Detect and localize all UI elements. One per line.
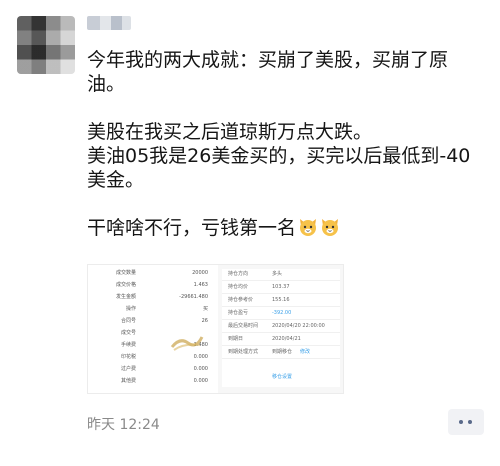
- trade-row: 过户费 0.000: [120, 366, 208, 372]
- trade-row: 发生金额 -29661.480: [115, 294, 208, 300]
- trade-row: 印花税 0.000: [120, 354, 208, 360]
- cat-face-icon: [320, 217, 340, 237]
- post-text: 今年我的两大成就：买崩了美股，买崩了原油。 美股在我买之后道琼斯万点大跌。 美油…: [87, 48, 482, 240]
- post-line: 干啥啥不行，亏钱第一名: [87, 217, 297, 239]
- rollover-settings-button: 移仓设置: [271, 374, 292, 380]
- cat-face-icon: [298, 217, 318, 237]
- dot-icon: [468, 420, 472, 424]
- post-line: 美油05我是26美金买的，买完以后最低到-40美金。: [87, 145, 471, 191]
- position-row: 持仓均价 103.37: [222, 282, 340, 294]
- post-line: 美股在我买之后道琼斯万点大跌。: [87, 121, 373, 143]
- position-row: 持仓盈亏 -392.00: [222, 308, 340, 320]
- position-row: 到期处理方式 到期移仓 修改: [222, 347, 340, 359]
- avatar[interactable]: [17, 16, 75, 74]
- dot-icon: [459, 420, 463, 424]
- trade-detail-panel: 成交数量 20000 成交价格 1.463 发生金额 -29661.480 操作买 合…: [88, 265, 218, 393]
- scribble-mark: [170, 336, 204, 351]
- trade-row: 操作买: [125, 306, 208, 312]
- trade-row: 成交数量 20000: [115, 270, 208, 276]
- post-timestamp: 昨天 12:24: [87, 417, 160, 433]
- trade-row: 合同号 26: [120, 318, 208, 324]
- position-row: 持仓参考价 155.16: [222, 295, 340, 307]
- position-row: 持仓方向 多头: [222, 269, 340, 281]
- post-line: 今年我的两大成就：买崩了美股，买崩了原油。: [87, 49, 449, 95]
- position-detail-panel: 持仓方向 多头 持仓均价 103.37 持仓参考价 155.16 持仓盈亏 -392.0…: [222, 269, 340, 387]
- trade-row: 成交价格 1.463: [115, 282, 208, 288]
- position-row: 到期日 2020/04/21: [222, 334, 340, 346]
- post-line-with-emoji: 干啥啥不行，亏钱第一名: [87, 216, 482, 240]
- trade-screenshot-image[interactable]: 成交数量 20000 成交价格 1.463 发生金额 -29661.480 操作买 合…: [87, 264, 344, 394]
- nickname-blurred[interactable]: [87, 16, 131, 30]
- position-row: 最后交易时间 2020/04/20 22:00:00: [222, 321, 340, 333]
- more-options-button[interactable]: [448, 409, 484, 435]
- trade-row: 其他费 0.000: [120, 378, 208, 384]
